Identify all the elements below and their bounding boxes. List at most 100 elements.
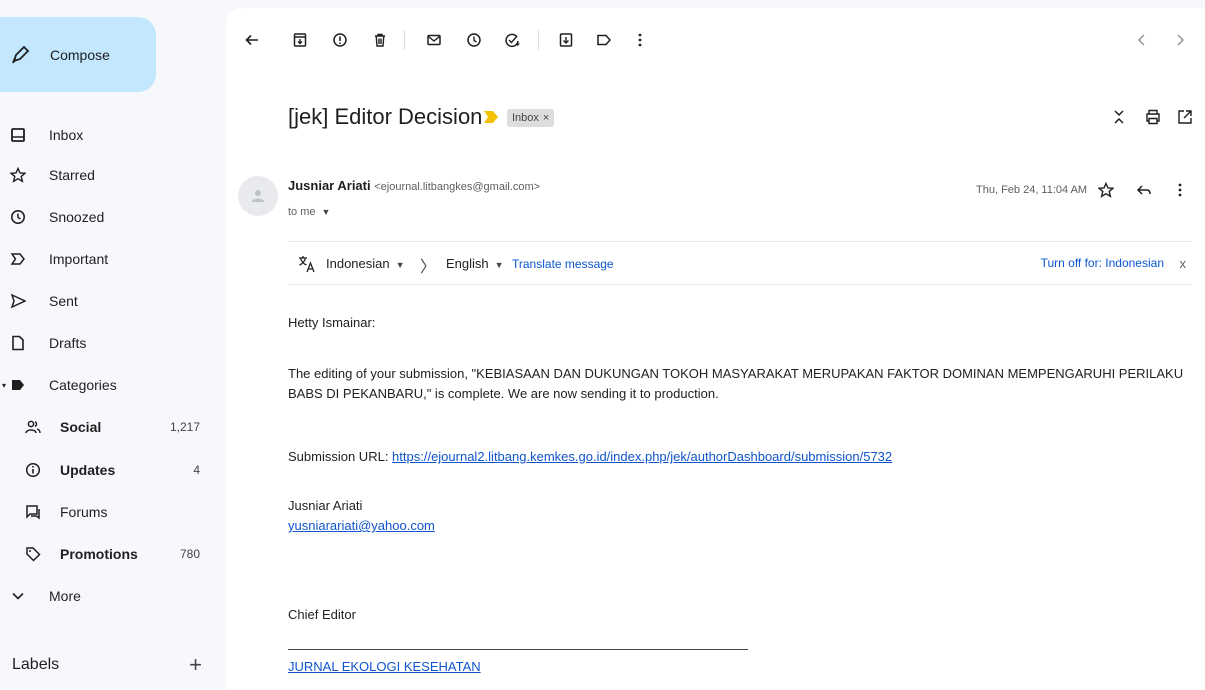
open-in-new-icon (1178, 110, 1192, 124)
journal-line: JURNAL EKOLOGI KESEHATAN (288, 657, 481, 677)
person-icon (252, 190, 264, 202)
snooze-icon (467, 33, 481, 47)
sidebar-item-inbox[interactable]: Inbox (0, 120, 216, 150)
move-to-button[interactable] (556, 30, 576, 50)
sidebar-item-label: Starred (49, 167, 95, 183)
caret-down-icon: ▾ (2, 380, 7, 390)
sidebar-item-label: Inbox (49, 127, 84, 143)
signature-email-line: yusniarariati@yahoo.com (288, 516, 435, 536)
sidebar-item-label: Social (60, 419, 102, 435)
avatar[interactable] (238, 176, 278, 216)
sender-name[interactable]: Jusniar Ariati (288, 178, 371, 193)
source-language: Indonesian (326, 256, 390, 271)
report-spam-icon (333, 33, 347, 47)
people-icon (24, 418, 42, 436)
more-options-button[interactable] (630, 30, 650, 50)
sidebar-item-social[interactable]: Social 1,217 (0, 412, 216, 442)
signature-rule (288, 649, 748, 650)
signature-email-link[interactable]: yusniarariati@yahoo.com (288, 518, 435, 533)
sidebar-item-forums[interactable]: Forums (0, 497, 216, 527)
remove-label-button[interactable]: × (543, 112, 549, 124)
greeting: Hetty Ismainar: (288, 315, 376, 330)
translate-icon (299, 256, 315, 273)
snooze-button[interactable] (464, 30, 484, 50)
newer-button[interactable] (1132, 30, 1152, 50)
compose-button[interactable]: Compose (0, 17, 156, 92)
mark-unread-button[interactable] (424, 30, 444, 50)
labels-heading: Labels (12, 656, 60, 673)
archive-button[interactable] (290, 30, 310, 50)
older-button[interactable] (1170, 30, 1190, 50)
unread-count: 4 (193, 463, 200, 477)
delete-button[interactable] (370, 30, 390, 50)
important-icon (9, 250, 27, 268)
recipient-details-toggle[interactable]: to me ▼ (288, 206, 330, 218)
message-more-button[interactable] (1170, 180, 1190, 200)
source-language-dropdown[interactable]: Indonesian ▼ (326, 256, 405, 271)
sidebar-item-label: Drafts (49, 335, 87, 351)
message-date: Thu, Feb 24, 11:04 AM (976, 184, 1088, 196)
pencil-icon (12, 45, 30, 63)
target-language: English (446, 256, 489, 271)
sidebar-item-sent[interactable]: Sent (0, 286, 216, 316)
sidebar-item-categories[interactable]: ▾ Categories (0, 370, 216, 400)
translate-bar: Indonesian ▼ 〉 English ▼ Translate message… (288, 241, 1192, 285)
print-icon (1146, 109, 1160, 125)
chip-label: Inbox (512, 112, 539, 124)
add-task-icon (505, 33, 520, 48)
toolbar-divider (538, 30, 539, 50)
info-icon (24, 461, 42, 479)
submission-url-label: Submission URL: (288, 449, 393, 464)
journal-link[interactable]: JURNAL EKOLOGI KESEHATAN (288, 659, 481, 674)
sidebar-item-label: Forums (60, 504, 108, 520)
star-icon (9, 166, 27, 184)
sidebar-item-label: Promotions (60, 546, 138, 562)
newer-chevron-icon (1138, 34, 1145, 46)
forum-icon (24, 503, 42, 521)
mark-unread-icon (427, 34, 441, 46)
back-button[interactable] (242, 30, 262, 50)
reply-button[interactable] (1134, 180, 1154, 200)
expand-all-button[interactable] (1110, 108, 1128, 126)
delete-icon (375, 33, 385, 47)
sidebar-item-more[interactable]: More (0, 581, 216, 611)
inbox-icon (9, 126, 27, 144)
sidebar-item-updates[interactable]: Updates 4 (0, 455, 216, 485)
sidebar-item-drafts[interactable]: Drafts (0, 328, 216, 358)
importance-marker-icon[interactable] (484, 111, 498, 123)
sidebar-item-starred[interactable]: Starred (0, 160, 216, 190)
sidebar-item-label: Important (49, 251, 109, 267)
label-icon (9, 376, 27, 394)
archive-icon (293, 33, 307, 47)
sidebar-item-snoozed[interactable]: Snoozed (0, 202, 216, 232)
print-button[interactable] (1144, 108, 1162, 126)
chevron-down-icon (9, 587, 27, 605)
body-paragraph: The editing of your submission, "KEBIASA… (288, 366, 1184, 401)
message-pane: [jek] Editor Decision Inbox × Jusniar Ar… (226, 8, 1205, 690)
sidebar-item-important[interactable]: Important (0, 244, 216, 274)
turn-off-translation-link[interactable]: Turn off for: Indonesian (1041, 256, 1164, 270)
submission-url-link[interactable]: https://ejournal2.litbang.kemkes.go.id/i… (392, 449, 892, 464)
sender-email: <ejournal.litbangkes@gmail.com> (374, 181, 541, 193)
draft-icon (9, 334, 27, 352)
caret-down-icon: ▼ (321, 207, 331, 217)
inbox-label-chip: Inbox × (507, 109, 555, 127)
add-label-button[interactable]: + (189, 654, 202, 676)
chevron-right-icon: 〉 (420, 259, 437, 276)
caret-down-icon: ▼ (395, 260, 405, 270)
sidebar-item-promotions[interactable]: Promotions 780 (0, 539, 216, 569)
open-new-window-button[interactable] (1176, 108, 1194, 126)
star-button[interactable] (1096, 180, 1116, 200)
label-as-button[interactable] (594, 30, 614, 50)
close-translate-bar-button[interactable]: x (1180, 256, 1187, 271)
report-spam-button[interactable] (330, 30, 350, 50)
translate-message-link[interactable]: Translate message (512, 257, 614, 271)
signature-title: Chief Editor (288, 607, 356, 622)
more-vert-icon (638, 33, 642, 47)
signature-name: Jusniar Ariati (288, 498, 363, 513)
add-task-button[interactable] (502, 30, 522, 50)
target-language-dropdown[interactable]: English ▼ (446, 256, 504, 271)
sender-info: Jusniar Ariati <ejournal.litbangkes@gmai… (288, 178, 540, 193)
unread-count: 780 (179, 547, 200, 561)
star-icon (1098, 182, 1114, 198)
